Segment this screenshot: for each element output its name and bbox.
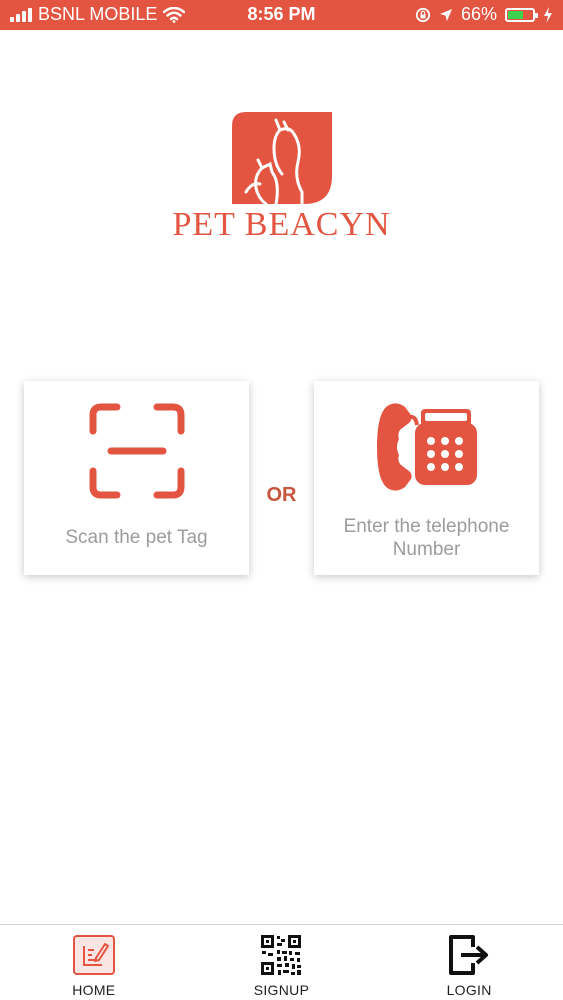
location-arrow-icon <box>439 8 452 21</box>
brand-name: PET BEACYN <box>172 206 391 243</box>
brand-logo <box>0 112 563 209</box>
telephone-icon <box>376 403 477 491</box>
scan-icon-wrap <box>24 401 249 506</box>
status-bar: BSNL MOBILE 8:56 PM 66% <box>0 0 563 30</box>
logout-icon <box>449 935 489 975</box>
nav-login-label: LOGIN <box>446 982 492 998</box>
qr-code-icon <box>261 935 302 975</box>
nav-login-icon-wrap <box>447 933 491 977</box>
battery-fill <box>508 10 524 19</box>
edit-document-icon <box>72 935 115 975</box>
or-separator: OR <box>266 484 297 506</box>
scan-tag-label: Scan the pet Tag <box>65 527 208 548</box>
telephone-label: Enter the telephone Number <box>343 516 510 560</box>
scan-frame-icon <box>89 403 184 499</box>
scan-tag-card[interactable]: Scan the pet Tag <box>24 381 249 575</box>
nav-home-label: HOME <box>72 982 116 998</box>
bottom-nav: HOME SIGNUP LOGIN <box>0 924 563 1000</box>
nav-signup[interactable]: SIGNUP <box>211 925 351 1000</box>
rotation-lock-icon <box>415 7 431 22</box>
app-screen: BSNL MOBILE 8:56 PM 66% PET BEACYN Scan … <box>0 0 563 1000</box>
phone-icon-wrap <box>314 401 539 498</box>
nav-signup-icon-wrap <box>260 933 302 977</box>
status-right: 66% <box>415 4 553 25</box>
telephone-card[interactable]: Enter the telephone Number <box>314 381 539 575</box>
nav-home-icon-wrap <box>72 933 116 977</box>
nav-signup-label: SIGNUP <box>253 982 310 998</box>
battery-percent: 66% <box>460 4 497 24</box>
battery-icon <box>505 7 538 22</box>
nav-login[interactable]: LOGIN <box>399 925 539 1000</box>
nav-home[interactable]: HOME <box>24 925 164 1000</box>
pet-logo-icon <box>231 112 332 206</box>
charging-bolt-icon <box>544 6 552 23</box>
